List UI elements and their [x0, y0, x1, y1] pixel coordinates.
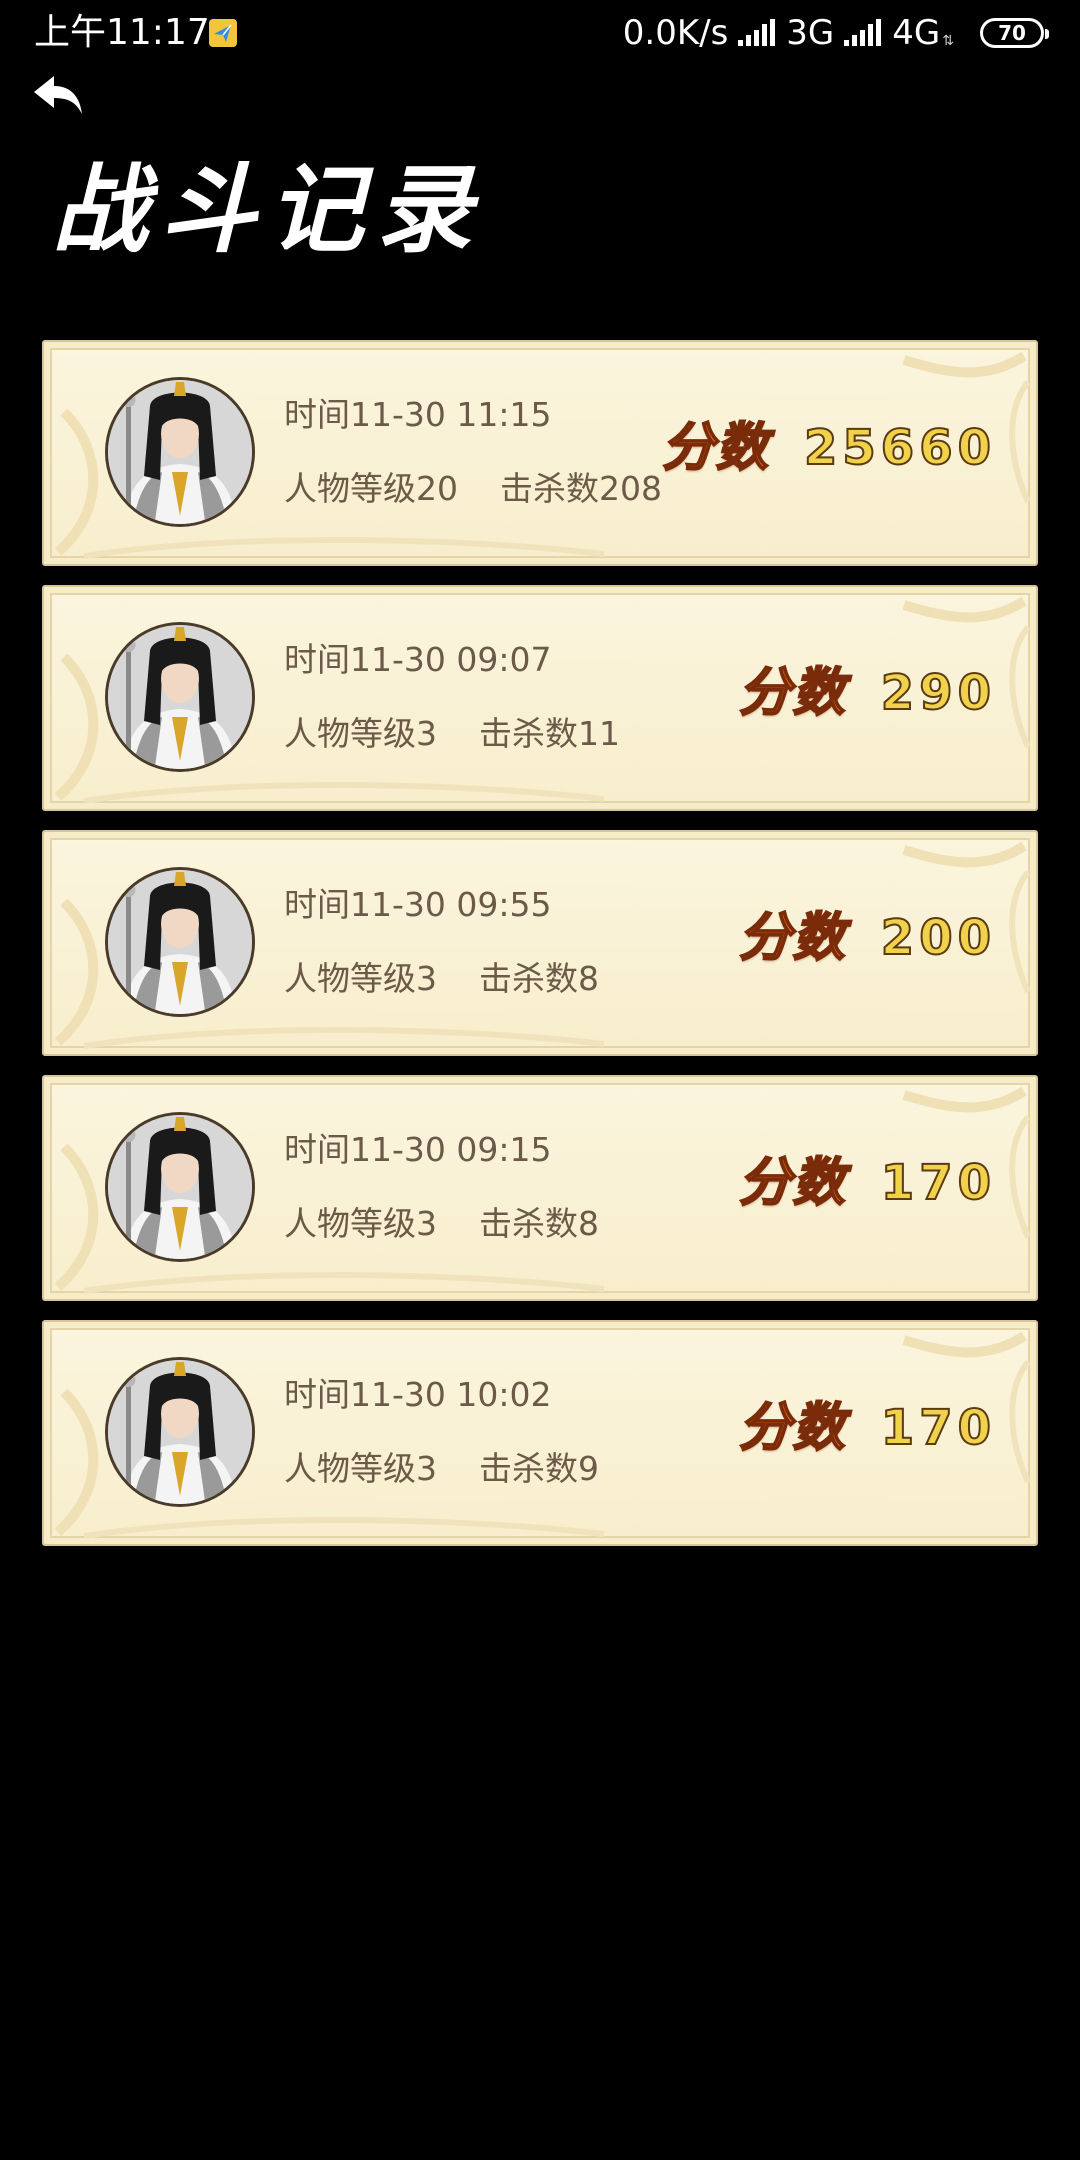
record-card-4[interactable]: 时间11-30 09:15 人物等级3 击杀数8 分数 170 — [42, 1075, 1038, 1301]
score-value: 200 — [880, 909, 996, 967]
record-kills: 击杀数9 — [479, 1449, 599, 1488]
status-time: 上午11:17 — [34, 12, 210, 53]
record-level: 人物等级3 — [284, 1204, 437, 1243]
back-arrow-icon[interactable] — [28, 68, 88, 122]
character-avatar — [105, 1357, 255, 1507]
record-score: 分数 170 — [738, 1397, 996, 1459]
battery-level: 70 — [998, 21, 1026, 45]
status-indicators: 0.0K/s 3G 4G ⇅ 70 — [622, 10, 1049, 56]
character-avatar — [105, 377, 255, 527]
record-level: 人物等级20 — [284, 469, 458, 508]
record-kills: 击杀数8 — [479, 959, 599, 998]
character-avatar — [105, 622, 255, 772]
record-card-3[interactable]: 时间11-30 09:55 人物等级3 击杀数8 分数 200 — [42, 830, 1038, 1056]
record-score: 分数 290 — [738, 662, 996, 724]
record-stats: 人物等级3 击杀数8 — [284, 956, 599, 1002]
record-score: 分数 200 — [738, 907, 996, 969]
character-avatar — [105, 867, 255, 1017]
record-level: 人物等级3 — [284, 1449, 437, 1488]
network-speed: 0.0K/s — [622, 13, 729, 53]
record-kills: 击杀数11 — [479, 714, 620, 753]
record-score: 分数 170 — [738, 1152, 996, 1214]
record-level: 人物等级3 — [284, 959, 437, 998]
record-score: 分数 25660 — [661, 417, 996, 479]
record-time: 时间11-30 09:07 — [284, 640, 552, 679]
score-label: 分数 — [738, 1152, 847, 1214]
record-time: 时间11-30 10:02 — [284, 1375, 552, 1414]
battery-icon: 70 — [980, 18, 1049, 48]
signal-icon — [738, 19, 776, 46]
record-kills: 击杀数8 — [479, 1204, 599, 1243]
page-title: 战斗记录 — [52, 153, 484, 266]
signal-icon — [844, 19, 882, 46]
record-time: 时间11-30 11:15 — [284, 395, 552, 434]
record-stats: 人物等级3 击杀数8 — [284, 1201, 599, 1247]
status-bar: 上午11:17 0.0K/s 3G 4G ⇅ 70 — [0, 0, 1080, 68]
score-value: 290 — [880, 664, 996, 722]
record-card-5[interactable]: 时间11-30 10:02 人物等级3 击杀数9 分数 170 — [42, 1320, 1038, 1546]
data-activity-icon: ⇅ — [942, 33, 954, 49]
score-label: 分数 — [738, 662, 847, 724]
score-label: 分数 — [738, 1397, 847, 1459]
record-level: 人物等级3 — [284, 714, 437, 753]
score-label: 分数 — [738, 907, 847, 969]
score-value: 25660 — [803, 419, 996, 477]
network-type-2: 4G — [892, 13, 941, 53]
score-label: 分数 — [661, 417, 770, 479]
record-stats: 人物等级3 击杀数9 — [284, 1446, 599, 1492]
record-stats: 人物等级3 击杀数11 — [284, 711, 620, 757]
record-kills: 击杀数208 — [500, 469, 662, 508]
record-time: 时间11-30 09:15 — [284, 1130, 552, 1169]
record-card-2[interactable]: 时间11-30 09:07 人物等级3 击杀数11 分数 290 — [42, 585, 1038, 811]
record-time: 时间11-30 09:55 — [284, 885, 552, 924]
record-card-1[interactable]: 时间11-30 11:15 人物等级20 击杀数208 分数 25660 — [42, 340, 1038, 566]
record-stats: 人物等级20 击杀数208 — [284, 466, 662, 512]
app-notification-icon — [209, 19, 237, 47]
network-type-1: 3G — [786, 13, 835, 53]
score-value: 170 — [880, 1154, 996, 1212]
battle-record-list: 时间11-30 11:15 人物等级20 击杀数208 分数 25660 时间1… — [42, 340, 1038, 1565]
character-avatar — [105, 1112, 255, 1262]
score-value: 170 — [880, 1399, 996, 1457]
